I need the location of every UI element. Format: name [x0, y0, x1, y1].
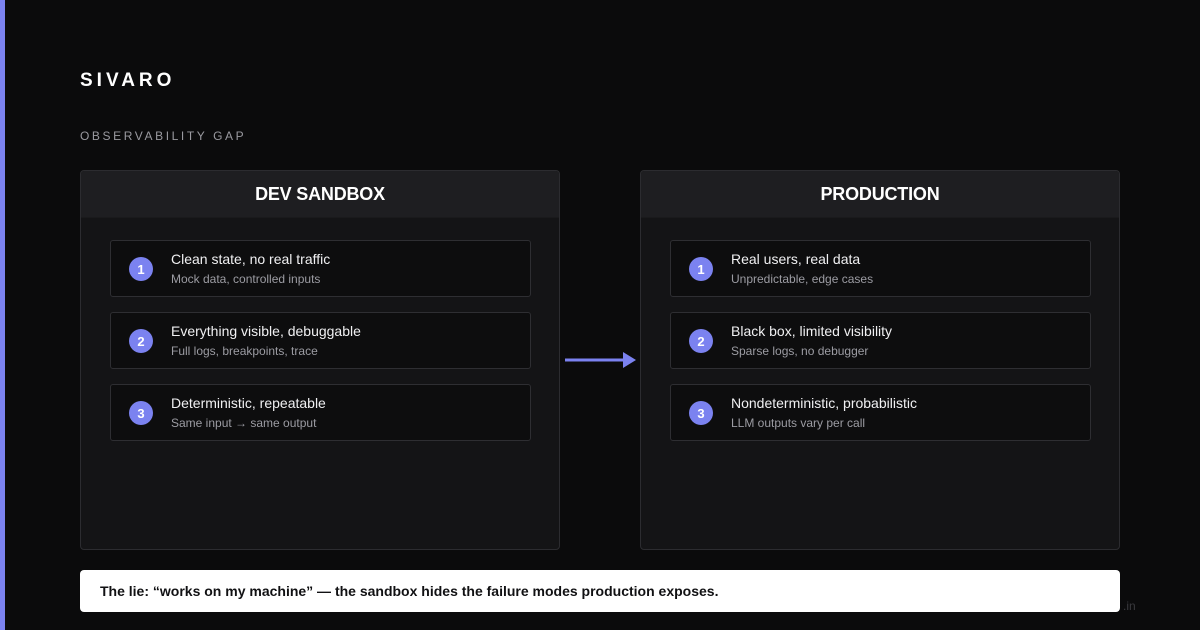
- item-subtitle: Mock data, controlled inputs: [171, 272, 321, 286]
- watermark: .in: [1123, 599, 1136, 613]
- left-accent-bar: [0, 0, 5, 630]
- item-title: Real users, real data: [731, 251, 861, 267]
- list-item: 3 Nondeterministic, probabilistic LLM ou…: [670, 384, 1091, 441]
- item-subtitle: Same input → same output: [171, 416, 317, 430]
- item-title: Deterministic, repeatable: [171, 395, 326, 411]
- arrow-right-icon: [565, 352, 636, 368]
- item-title: Black box, limited visibility: [731, 323, 893, 339]
- item-subtitle: Full logs, breakpoints, trace: [171, 344, 318, 358]
- list-item: 3 Deterministic, repeatable Same input →…: [110, 384, 531, 441]
- step-badge: 2: [129, 329, 153, 353]
- item-subtitle: Unpredictable, edge cases: [731, 272, 874, 286]
- item-title: Everything visible, debuggable: [171, 323, 361, 339]
- step-badge: 3: [129, 401, 153, 425]
- item-subtitle: LLM outputs vary per call: [731, 416, 866, 430]
- step-badge: 3: [689, 401, 713, 425]
- step-badge: 1: [689, 257, 713, 281]
- list-item: 1 Real users, real data Unpredictable, e…: [670, 240, 1091, 297]
- panel-title: PRODUCTION: [641, 171, 1119, 218]
- callout-banner: The lie: “works on my machine” — the san…: [80, 570, 1120, 612]
- section-label: OBSERVABILITY GAP: [80, 129, 247, 143]
- item-title: Clean state, no real traffic: [171, 251, 331, 267]
- step-badge: 1: [129, 257, 153, 281]
- item-subtitle: Sparse logs, no debugger: [731, 344, 869, 358]
- list-item: 2 Black box, limited visibility Sparse l…: [670, 312, 1091, 369]
- panel-title: DEV SANDBOX: [81, 171, 559, 218]
- production-panel: PRODUCTION 1 Real users, real data Unpre…: [640, 170, 1120, 550]
- list-item: 2 Everything visible, debuggable Full lo…: [110, 312, 531, 369]
- item-title: Nondeterministic, probabilistic: [731, 395, 917, 411]
- dev-sandbox-panel: DEV SANDBOX 1 Clean state, no real traff…: [80, 170, 560, 550]
- list-item: 1 Clean state, no real traffic Mock data…: [110, 240, 531, 297]
- step-badge: 2: [689, 329, 713, 353]
- brand-logo: SIVARO: [80, 70, 176, 91]
